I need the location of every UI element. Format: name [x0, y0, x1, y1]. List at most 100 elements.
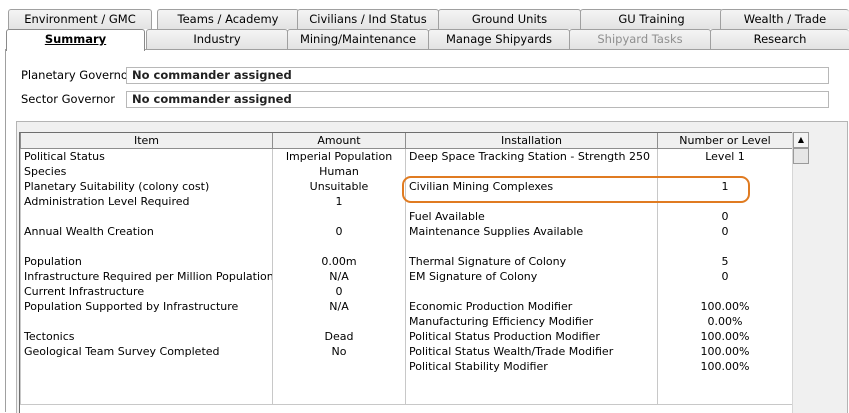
table-cell: Human — [272, 164, 406, 179]
table-cell — [272, 389, 406, 405]
sector-governor-field[interactable]: No commander assigned — [126, 91, 829, 108]
table-cell — [405, 239, 658, 254]
tab-environment-gmc[interactable]: Environment / GMC — [8, 9, 152, 29]
planetary-governor-label: Planetary Governor — [21, 68, 133, 82]
table-cell — [272, 314, 406, 329]
table-row[interactable]: Political Status Imperial Population Deep … — [20, 148, 792, 164]
tab-wealth-trade[interactable]: Wealth / Trade — [720, 9, 849, 29]
table-cell: Unsuitable — [272, 179, 406, 194]
table-cell: Political Status Wealth/Trade Modifier — [405, 344, 658, 359]
table-cell: 1 — [272, 194, 406, 209]
tab-civilians-ind-status[interactable]: Civilians / Ind Status — [297, 9, 439, 29]
column-header[interactable]: Number or Level — [657, 133, 792, 149]
tab-manage-shipyards[interactable]: Manage Shipyards — [428, 29, 570, 49]
table-cell: Annual Wealth Creation — [20, 224, 273, 239]
table-row[interactable]: Population 0.00m Thermal Signature of Colo… — [20, 254, 792, 269]
table-cell: Level 1 — [657, 148, 792, 164]
tab-mining-maintenance[interactable]: Mining/Maintenance — [287, 29, 429, 49]
table-row[interactable]: Current Infrastructure 0 — [20, 284, 792, 299]
table-cell: EM Signature of Colony — [405, 269, 658, 284]
table-cell — [657, 164, 792, 179]
tab-shipyard-tasks[interactable]: Shipyard Tasks — [569, 29, 711, 49]
table-cell: Political Status Production Modifier — [405, 329, 658, 344]
table-cell — [20, 209, 273, 224]
tab-industry[interactable]: Industry — [146, 29, 288, 49]
table-cell: Tectonics — [20, 329, 273, 344]
table-cell: 5 — [657, 254, 792, 269]
table-cell: Maintenance Supplies Available — [405, 224, 658, 239]
table-row[interactable]: Fuel Available 0 — [20, 209, 792, 224]
table-row[interactable]: Geological Team Survey Completed No Politi… — [20, 344, 792, 359]
table-cell — [405, 194, 658, 209]
table-row[interactable]: Infrastructure Required per Million Popu… — [20, 269, 792, 284]
table-cell: Imperial Population — [272, 148, 406, 164]
table-body: Political Status Imperial Population Deep … — [20, 148, 792, 405]
table-row[interactable]: Population Supported by Infrastructure N/… — [20, 299, 792, 314]
table-cell: Manufacturing Efficiency Modifier — [405, 314, 658, 329]
table-cell: Geological Team Survey Completed — [20, 344, 273, 359]
tab-gu-training[interactable]: GU Training — [580, 9, 723, 29]
table-cell — [657, 194, 792, 209]
table-row[interactable]: Annual Wealth Creation 0 Maintenance Suppl… — [20, 224, 792, 239]
table-row[interactable]: Manufacturing Efficiency Modifier 0.00% — [20, 314, 792, 329]
table-row[interactable] — [20, 389, 792, 405]
column-header[interactable]: Installation — [405, 133, 658, 149]
table-cell: 100.00% — [657, 299, 792, 314]
tab-research[interactable]: Research — [710, 29, 849, 49]
table-header-row: Item Amount Installation Number or Level — [20, 133, 792, 149]
table-row[interactable]: Tectonics Dead Political Status Production… — [20, 329, 792, 344]
table-row[interactable]: Planetary Suitability (colony cost) Unsui… — [20, 179, 792, 194]
triangle-up-icon[interactable]: ▲ — [793, 132, 809, 148]
table-cell: 1 — [657, 179, 792, 194]
summary-table[interactable]: Item Amount Installation Number or Level Po… — [19, 132, 792, 413]
table-cell: Economic Production Modifier — [405, 299, 658, 314]
table-cell: 100.00% — [657, 359, 792, 374]
tab-teams-academy[interactable]: Teams / Academy — [157, 9, 299, 29]
table-cell — [272, 209, 406, 224]
table-row[interactable]: Administration Level Required 1 — [20, 194, 792, 209]
tab-ground-units[interactable]: Ground Units — [438, 9, 581, 29]
table-cell: Population Supported by Infrastructure — [20, 299, 273, 314]
table-cell — [405, 164, 658, 179]
table-cell: Infrastructure Required per Million Popu… — [20, 269, 273, 284]
vertical-scrollbar[interactable]: ▲ — [792, 132, 809, 413]
table-cell: 0.00% — [657, 314, 792, 329]
table-cell — [20, 359, 273, 374]
table-cell: Administration Level Required — [20, 194, 273, 209]
summary-panel: Planetary Governor No commander assigned… — [5, 49, 849, 413]
scroll-thumb[interactable] — [793, 148, 809, 164]
column-header[interactable]: Item — [20, 133, 273, 149]
table-cell: 0.00m — [272, 254, 406, 269]
table-cell: Species — [20, 164, 273, 179]
table-cell: Population — [20, 254, 273, 269]
table-cell: 0 — [657, 269, 792, 284]
table-cell — [657, 374, 792, 389]
table-cell: Dead — [272, 329, 406, 344]
table-row[interactable]: Species Human — [20, 164, 792, 179]
table-cell — [272, 239, 406, 254]
table-cell: 0 — [657, 224, 792, 239]
table-cell: Planetary Suitability (colony cost) — [20, 179, 273, 194]
table-cell — [20, 239, 273, 254]
table-cell: Deep Space Tracking Station - Strength 2… — [405, 148, 658, 164]
table-cell — [657, 239, 792, 254]
table-cell — [272, 359, 406, 374]
table-cell — [405, 389, 658, 405]
tab-summary[interactable]: Summary — [6, 29, 145, 51]
table-row[interactable] — [20, 239, 792, 254]
table-cell: N/A — [272, 269, 406, 284]
table-cell — [657, 389, 792, 405]
planetary-governor-field[interactable]: No commander assigned — [126, 67, 829, 84]
table-row[interactable]: Political Stability Modifier 100.00% — [20, 359, 792, 374]
table-row[interactable] — [20, 374, 792, 389]
table-cell: 0 — [272, 284, 406, 299]
table-cell: Civilian Mining Complexes — [405, 179, 658, 194]
table-cell — [405, 374, 658, 389]
column-header[interactable]: Amount — [272, 133, 406, 149]
table-cell — [405, 284, 658, 299]
table-cell: N/A — [272, 299, 406, 314]
table-cell: Thermal Signature of Colony — [405, 254, 658, 269]
table-cell: Political Status — [20, 148, 273, 164]
table-cell — [657, 284, 792, 299]
table-cell: Current Infrastructure — [20, 284, 273, 299]
